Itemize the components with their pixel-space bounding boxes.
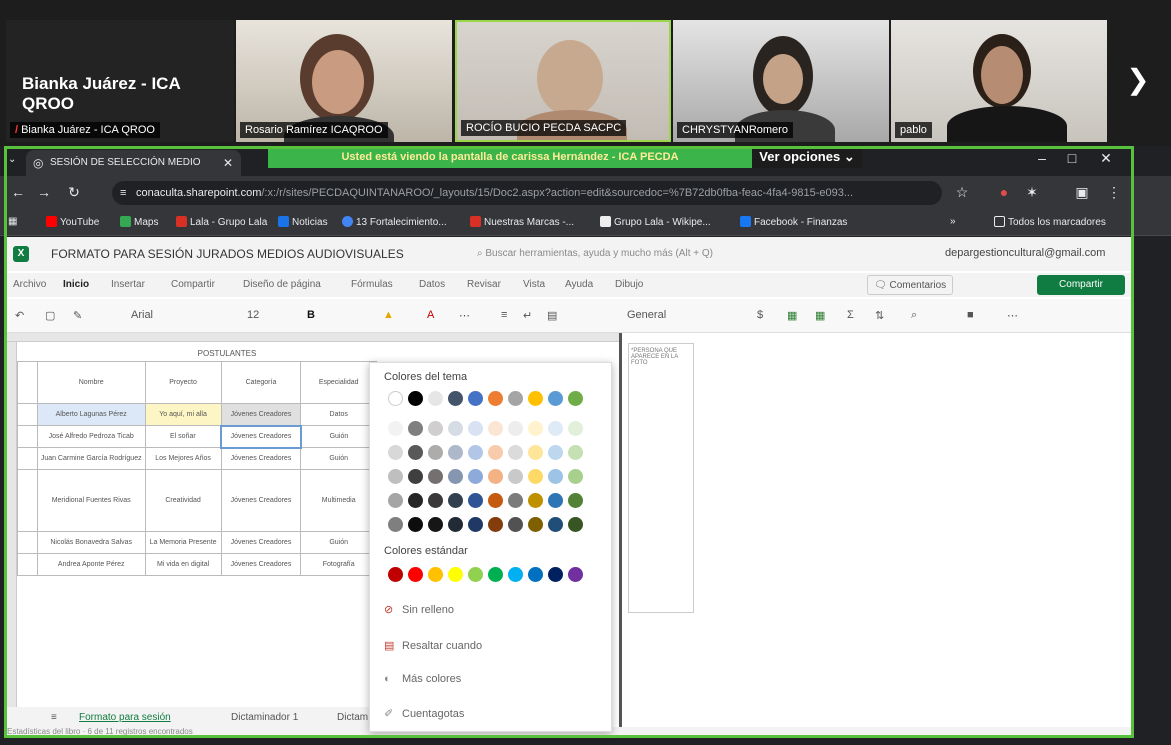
person-body <box>947 106 1067 142</box>
participant-name: ROCÍO BUCIO PECDA SACPC <box>461 120 627 136</box>
screen: Bianka Juárez - ICA QROO / Bianka Juárez … <box>0 0 1171 745</box>
person-face <box>312 50 364 114</box>
video-tile-pablo[interactable]: pablo <box>891 20 1107 142</box>
share-outline <box>4 146 1134 738</box>
participant-name: / Bianka Juárez - ICA QROO <box>10 122 160 138</box>
person-head <box>537 40 603 116</box>
speaker-name-large: Bianka Juárez - ICA QROO <box>22 74 181 113</box>
participant-name: pablo <box>895 122 932 138</box>
video-tile-bianka[interactable]: Bianka Juárez - ICA QROO / Bianka Juárez … <box>6 20 234 142</box>
participant-name: Rosario Ramírez ICAQROO <box>240 122 388 138</box>
video-tile-rosario[interactable]: Rosario Ramírez ICAQROO <box>236 20 452 142</box>
participant-name: CHRYSTYANRomero <box>677 122 793 138</box>
video-tile-rocio[interactable]: ROCÍO BUCIO PECDA SACPC <box>455 20 671 142</box>
person-face <box>763 54 803 104</box>
person-face <box>981 46 1023 104</box>
shared-screen: ⌄ ◎ SESIÓN DE SELECCIÓN MEDIO ✕ Usted es… <box>0 146 1171 745</box>
video-strip: Bianka Juárez - ICA QROO / Bianka Juárez … <box>0 0 1171 150</box>
mic-muted-icon: / <box>15 124 19 136</box>
next-page-chevron-icon[interactable]: ❯ <box>1120 62 1156 98</box>
video-tile-chrystyan[interactable]: CHRYSTYANRomero <box>673 20 889 142</box>
